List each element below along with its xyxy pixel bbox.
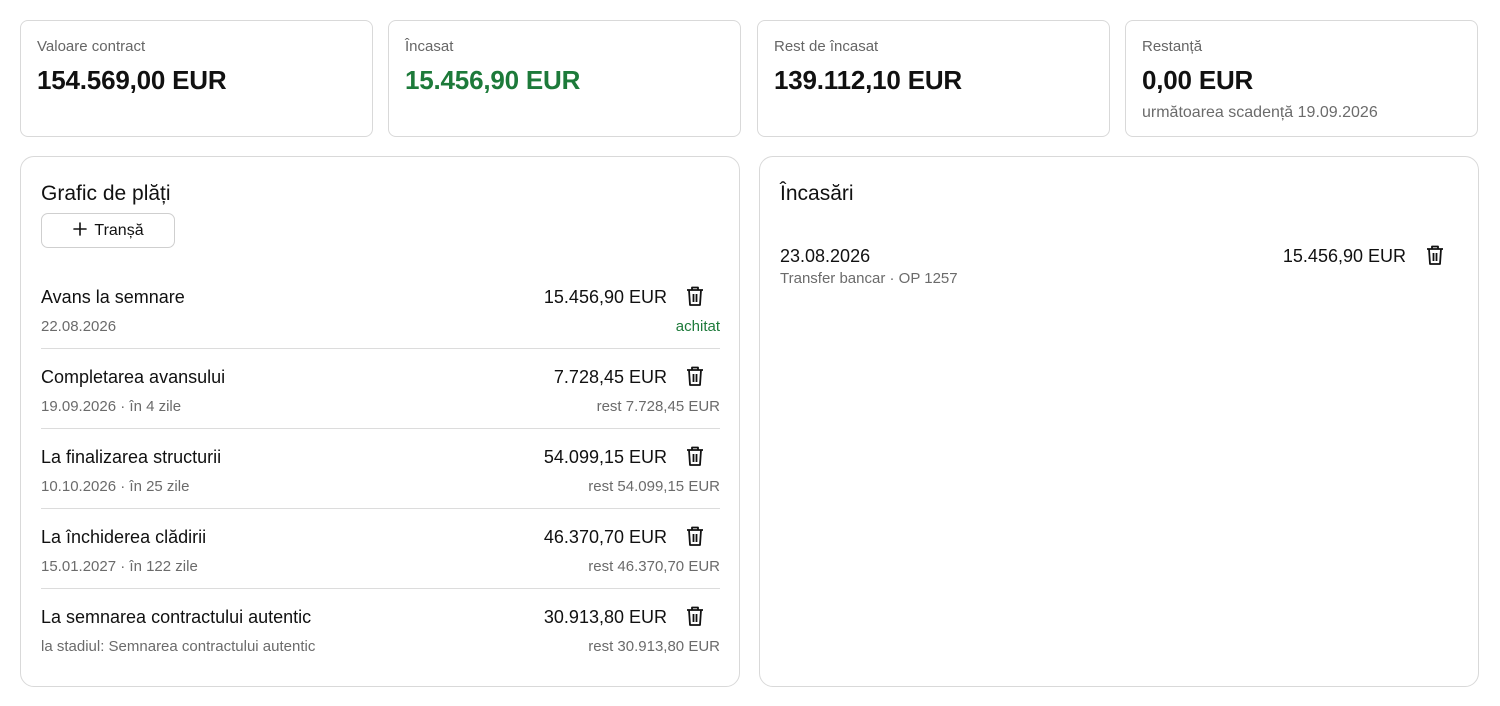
tranche-name: La finalizarea structurii <box>41 447 222 467</box>
plus-icon <box>72 221 88 241</box>
tranche-date: 22.08.2026 <box>41 318 117 335</box>
schedule-row: La închiderea clădirii 46.370,70 EUR 15.… <box>41 509 720 589</box>
summary-cards: Valoare contract 154.569,00 EUR Încasat … <box>20 20 1479 137</box>
card-value: 0,00 EUR <box>1142 65 1254 95</box>
card-collected: Încasat 15.456,90 EUR <box>388 20 741 137</box>
card-remaining: Rest de încasat 139.112,10 EUR <box>757 20 1110 137</box>
panel-title: Grafic de plăți <box>41 182 171 205</box>
tranche-amount: 30.913,80 EUR <box>543 607 667 627</box>
tranche-amount: 46.370,70 EUR <box>543 527 667 547</box>
card-contract-value: Valoare contract 154.569,00 EUR <box>20 20 373 137</box>
trash-icon[interactable] <box>684 605 706 627</box>
panel-title: Încasări <box>780 182 854 205</box>
add-tranche-label: Tranșă <box>94 221 144 239</box>
trash-icon[interactable] <box>684 365 706 387</box>
tranche-amount: 54.099,15 EUR <box>543 447 667 467</box>
tranche-name: Completarea avansului <box>41 367 226 387</box>
schedule-list: Avans la semnare 15.456,90 EUR 22.08.202… <box>41 269 720 669</box>
schedule-row: Completarea avansului 7.728,45 EUR 19.09… <box>41 349 720 429</box>
payment-date: 23.08.2026 <box>780 246 871 266</box>
payment-schedule-panel: Grafic de plăți Tranșă Avans la semnare … <box>20 156 740 687</box>
schedule-row: La semnarea contractului autentic 30.913… <box>41 589 720 669</box>
trash-icon[interactable] <box>1424 244 1446 266</box>
tranche-status: rest 54.099,15 EUR <box>588 478 720 495</box>
schedule-row: Avans la semnare 15.456,90 EUR 22.08.202… <box>41 269 720 349</box>
tranche-date: 15.01.2027 · în 122 zile <box>41 558 198 575</box>
tranche-status: rest 46.370,70 EUR <box>588 558 720 575</box>
tranche-amount: 15.456,90 EUR <box>543 287 667 307</box>
tranche-name: La semnarea contractului autentic <box>41 607 312 627</box>
payments-received-panel: Încasări 23.08.2026 Transfer bancar · OP… <box>759 156 1479 687</box>
contract-payments-page: Valoare contract 154.569,00 EUR Încasat … <box>0 0 1500 706</box>
tranche-status: rest 30.913,80 EUR <box>588 638 720 655</box>
tranche-amount: 7.728,45 EUR <box>553 367 667 387</box>
card-value: 139.112,10 EUR <box>774 65 963 95</box>
card-label: Restanță <box>1142 38 1203 55</box>
tranche-date: 19.09.2026 · în 4 zile <box>41 398 182 415</box>
card-value: 154.569,00 EUR <box>37 65 227 95</box>
tranche-date: 10.10.2026 · în 25 zile <box>41 478 190 495</box>
card-value: 15.456,90 EUR <box>405 65 581 95</box>
tranche-name: La închiderea clădirii <box>41 527 207 547</box>
card-label: Valoare contract <box>37 38 146 55</box>
trash-icon[interactable] <box>684 525 706 547</box>
next-due-note: următoarea scadență 19.09.2026 <box>1142 104 1378 121</box>
tranche-status: rest 7.728,45 EUR <box>596 398 720 415</box>
card-label: Încasat <box>405 38 454 55</box>
trash-icon[interactable] <box>684 445 706 467</box>
payment-row: 23.08.2026 Transfer bancar · OP 1257 15.… <box>780 243 1460 291</box>
trash-icon[interactable] <box>684 285 706 307</box>
tranche-name: Avans la semnare <box>41 287 185 307</box>
add-tranche-button[interactable]: Tranșă <box>41 213 175 248</box>
payment-amount: 15.456,90 EUR <box>1282 246 1406 266</box>
card-label: Rest de încasat <box>774 38 879 55</box>
tranche-date: la stadiul: Semnarea contractului autent… <box>41 638 316 655</box>
schedule-row: La finalizarea structurii 54.099,15 EUR … <box>41 429 720 509</box>
payment-description: Transfer bancar · OP 1257 <box>780 270 958 287</box>
tranche-status: achitat <box>675 318 720 335</box>
card-overdue: Restanță 0,00 EUR următoarea scadență 19… <box>1125 20 1478 137</box>
